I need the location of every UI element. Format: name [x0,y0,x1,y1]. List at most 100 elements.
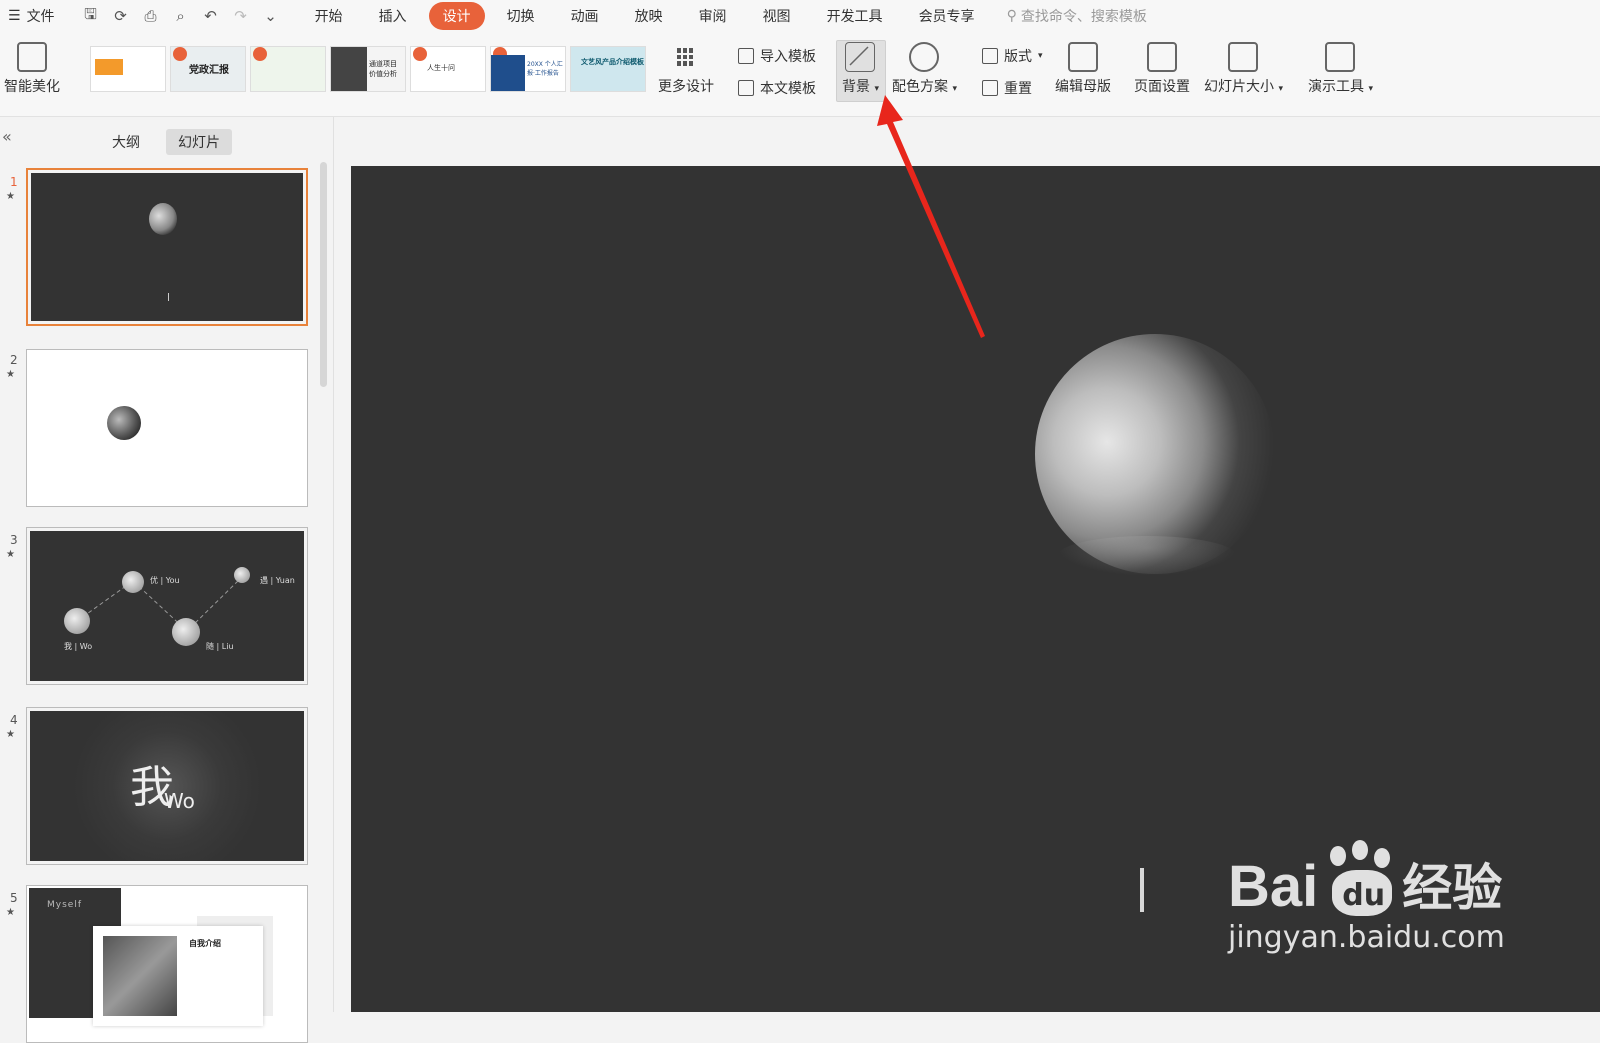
save-icon[interactable]: 🖫 [81,4,101,29]
cloud-icon[interactable]: ⟳ [111,7,131,25]
moon-image [149,203,177,235]
tab-developer[interactable]: 开发工具 [813,2,897,30]
tab-design[interactable]: 设计 [428,2,485,30]
gallery-item[interactable] [250,46,326,92]
slide-number: 2 [10,353,18,367]
reset-button[interactable]: 重置 [982,78,1032,98]
text-template-button[interactable]: 本文模板 [738,78,816,98]
gallery-blue-block [491,55,525,91]
gallery-orange-block [95,59,123,75]
gallery-dark-block [331,47,367,91]
import-template-button[interactable]: 导入模板 [738,46,816,66]
tab-transition[interactable]: 切换 [493,2,549,30]
animation-star-icon: ★ [6,369,15,380]
slide-thumbnail-3[interactable]: 优 | You 遇 | Yuan 我 | Wo 随 | Liu [26,527,308,685]
grid-icon [677,48,695,66]
tab-animation[interactable]: 动画 [557,2,613,30]
file-menu-label[interactable]: 文件 [27,6,55,26]
file-menu[interactable]: ☰ 文件 [0,6,63,26]
tab-outline[interactable]: 大纲 [100,129,152,155]
edit-master-button[interactable]: 编辑母版 [1055,42,1111,96]
cursor-line [168,293,169,301]
premium-badge-icon [173,47,187,61]
more-design-label: 更多设计 [658,79,714,95]
tab-review[interactable]: 审阅 [685,2,741,30]
layout-button[interactable]: 版式 ▾ [982,46,1043,66]
gallery-item[interactable]: 通道项目 价值分析 [330,46,406,92]
text-cursor[interactable] [1140,868,1144,912]
animation-star-icon: ★ [6,191,15,202]
palette-icon [909,42,940,72]
slide-size-button[interactable]: 幻灯片大小 ▾ [1204,42,1283,96]
print-icon[interactable]: ⎙ [141,7,161,25]
page-setup-button[interactable]: 页面设置 [1134,42,1190,96]
color-scheme-button[interactable]: 配色方案 ▾ [892,42,957,96]
tab-slides[interactable]: 幻灯片 [166,129,232,155]
redo-icon[interactable]: ↷ [231,7,251,25]
more-design-button[interactable]: 更多设计 [658,44,714,96]
search-placeholder[interactable]: 查找命令、搜索模板 [1021,6,1147,26]
gallery-item-label: 文艺风产品介绍模板 [581,58,644,66]
slide-thumbnail-5[interactable]: Myself 自我介绍 [26,885,308,1043]
dropdown-icon: ▾ [952,84,957,94]
tab-slideshow[interactable]: 放映 [621,2,677,30]
smart-beautify-button[interactable]: 智能美化 [4,42,60,96]
customize-icon[interactable]: ⌄ [261,7,281,25]
gallery-item[interactable]: 人生十问 [410,46,486,92]
quick-access-toolbar: 🖫 ⟳ ⎙ ⌕ ↶ ↷ ⌄ [81,4,281,29]
moon-image [234,567,250,583]
panel-tabs: 大纲 幻灯片 [100,129,232,155]
paw-icon: du [1322,840,1398,920]
background-button[interactable]: 背景 ▾ [842,42,879,96]
hamburger-icon[interactable]: ☰ [8,8,21,24]
panel-scrollbar[interactable] [320,162,327,387]
slide-size-label: 幻灯片大小 [1204,79,1274,95]
gallery-item-label: 人生十问 [427,64,455,72]
slide-label: 优 | You [150,576,180,585]
background-label: 背景 [842,79,870,95]
slide-thumbnail-2[interactable] [26,349,308,507]
watermark-cn: 经验 [1402,859,1503,917]
slide-thumbnail-bg [31,173,303,321]
present-tools-button[interactable]: 演示工具 ▾ [1308,42,1373,96]
tab-member[interactable]: 会员专享 [905,2,989,30]
animation-star-icon: ★ [6,729,15,740]
tab-start[interactable]: 开始 [301,2,357,30]
ribbon-tabs: 开始 插入 设计 切换 动画 放映 审阅 视图 开发工具 会员专享 [297,2,993,30]
slide-thumbnail-4[interactable]: 我 Wo [26,707,308,865]
gallery-item[interactable] [90,46,166,92]
tab-insert[interactable]: 插入 [365,2,421,30]
slide-number: 4 [10,713,18,727]
animation-star-icon: ★ [6,907,15,918]
command-search[interactable]: ⚲ 查找命令、搜索模板 [1007,6,1147,26]
gallery-item[interactable]: 文艺风产品介绍模板 [570,46,646,92]
search-icon: ⚲ [1006,8,1017,24]
slide-number: 5 [10,891,18,905]
undo-icon[interactable]: ↶ [201,7,221,25]
tab-view[interactable]: 视图 [749,2,805,30]
gallery-item[interactable]: 党政汇报 [170,46,246,92]
master-icon [1068,42,1098,72]
gallery-item[interactable]: 20XX 个人汇报·工作报告 [490,46,566,92]
gallery-item-label: 20XX 个人汇报·工作报告 [527,61,563,77]
presentation-icon [1325,42,1356,72]
slide-size-icon [1228,42,1259,72]
page-setup-label: 页面设置 [1134,79,1190,95]
background-hatch-icon [849,46,870,66]
collapse-panel-icon[interactable]: « [2,127,12,146]
menubar: ☰ 文件 🖫 ⟳ ⎙ ⌕ ↶ ↷ ⌄ 开始 插入 设计 切换 动画 放映 审阅 … [0,0,1600,32]
preview-icon[interactable]: ⌕ [171,7,191,25]
cube-icon [17,42,47,72]
connector-lines [76,576,243,632]
slide-small-text: Wo [164,789,195,813]
slide-thumbnail-1[interactable] [26,168,308,326]
present-tools-label: 演示工具 [1308,79,1364,95]
dropdown-icon: ▾ [1368,84,1373,94]
watermark-url: jingyan.baidu.com [1228,920,1505,955]
slide-thumbnail-bg: 优 | You 遇 | Yuan 我 | Wo 随 | Liu [30,531,304,681]
dropdown-icon: ▾ [1038,51,1043,61]
slide-label: 随 | Liu [206,642,234,651]
slide-panel: « 大纲 幻灯片 1 ★ 2 ★ 3 ★ 优 | You 遇 | Yuan 我 … [0,117,334,1043]
slide-intro-title: 自我介绍 [189,939,221,948]
intro-card: 自我介绍 [93,926,263,1026]
